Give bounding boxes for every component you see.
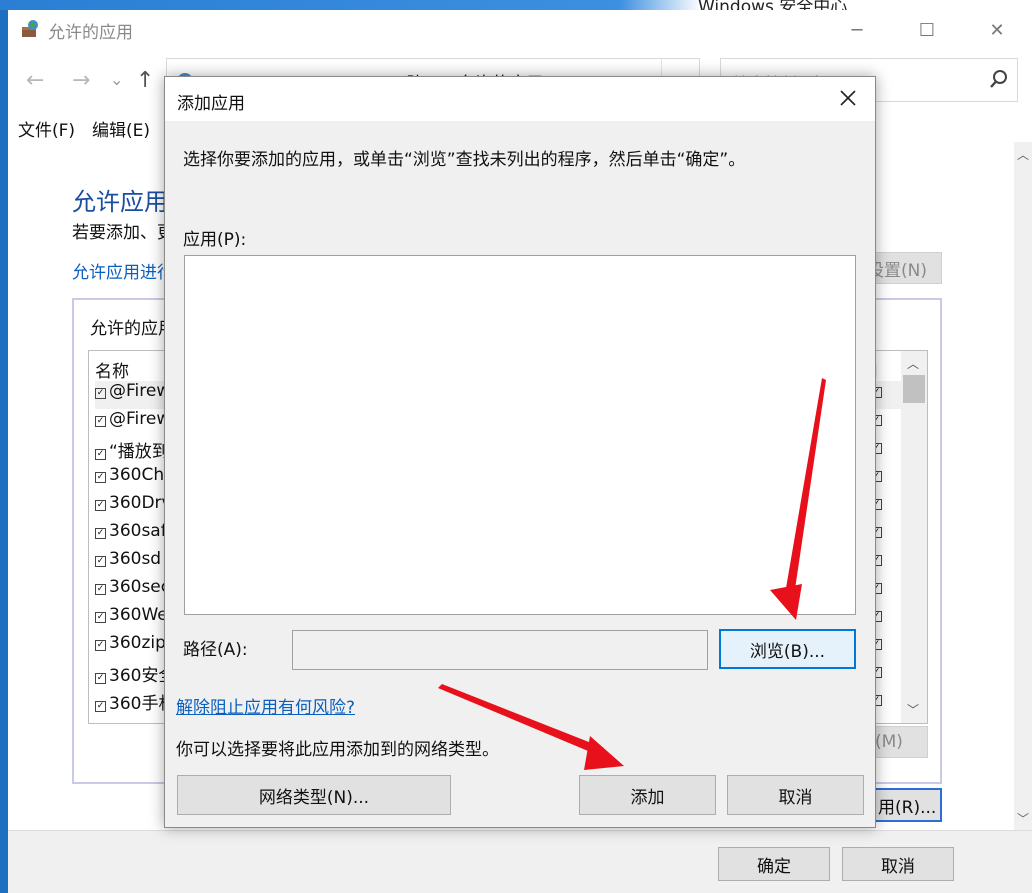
unblock-risk-link[interactable]: 解除阻止应用有何风险? [176, 693, 355, 718]
minimize-button[interactable]: ─ [834, 10, 880, 50]
browse-button[interactable]: 浏览(B)... [719, 629, 856, 669]
window-titlebar: 允许的应用 ─ ☐ ✕ [8, 10, 1032, 50]
checkbox[interactable]: ✓ [95, 449, 106, 460]
menu-edit[interactable]: 编辑(E) [92, 116, 150, 141]
allowed-apps-link[interactable]: 允许应用进行 [72, 258, 174, 283]
maximize-icon: ☐ [918, 19, 936, 41]
dialog-close-icon[interactable] [831, 81, 865, 115]
list-item-label: “播放到 [109, 442, 169, 462]
add-app-dialog: 添加应用 选择你要添加的应用，或单击“浏览”查找未列出的程序，然后单击“确定”。… [164, 76, 876, 828]
apps-label: 应用(P): [183, 230, 247, 250]
checkbox[interactable]: ✓ [95, 556, 106, 567]
page-scrollbar[interactable]: ︿ ﹀ [1014, 142, 1032, 830]
footer: 确定 取消 [8, 830, 1032, 893]
minimize-icon: ─ [851, 19, 863, 41]
up-button[interactable]: ↑ [136, 68, 154, 93]
dialog-cancel-button[interactable]: 取消 [727, 775, 864, 815]
list-item-label: 360zip [109, 633, 166, 653]
firewall-app-icon [22, 20, 38, 37]
forward-button[interactable]: → [72, 68, 90, 93]
search-icon [990, 70, 1007, 88]
dialog-titlebar: 添加应用 [165, 77, 875, 121]
group-label: 允许的应用 [90, 319, 175, 339]
network-type-button[interactable]: 网络类型(N)... [177, 775, 451, 815]
scroll-down-icon[interactable]: ﹀ [907, 701, 919, 718]
checkbox[interactable]: ✓ [95, 701, 106, 712]
menu-file[interactable]: 文件(F) [18, 116, 75, 141]
scroll-up-icon[interactable]: ︿ [907, 355, 919, 372]
checkbox[interactable]: ✓ [95, 528, 106, 539]
network-type-text: 你可以选择要将此应用添加到的网络类型。 [176, 740, 499, 760]
add-button[interactable]: 添加 [579, 775, 716, 815]
path-input[interactable] [292, 630, 708, 670]
checkbox[interactable]: ✓ [95, 584, 106, 595]
recent-locations-button[interactable]: ⌄ [110, 70, 123, 89]
checkbox[interactable]: ✓ [95, 388, 106, 399]
checkbox[interactable]: ✓ [95, 640, 106, 651]
dialog-title: 添加应用 [177, 94, 245, 114]
checkbox[interactable]: ✓ [95, 472, 106, 483]
checkbox[interactable]: ✓ [95, 673, 106, 684]
dialog-instruction: 选择你要添加的应用，或单击“浏览”查找未列出的程序，然后单击“确定”。 [183, 150, 746, 170]
checkbox[interactable]: ✓ [95, 500, 106, 511]
window-title: 允许的应用 [48, 23, 133, 43]
close-icon: ✕ [989, 19, 1005, 41]
page-title: 允许应用 [72, 188, 168, 216]
column-header-name[interactable]: 名称 [95, 357, 129, 382]
list-item-label: 360sd [109, 549, 162, 569]
list-scrollbar[interactable]: ︿ ﹀ [901, 351, 927, 723]
close-window-button[interactable]: ✕ [974, 10, 1020, 50]
maximize-button[interactable]: ☐ [904, 10, 950, 50]
back-button[interactable]: ← [26, 68, 44, 93]
checkbox[interactable]: ✓ [95, 416, 106, 427]
desktop-background [0, 0, 1032, 10]
list-item-label: 360sec [109, 577, 171, 597]
cancel-button[interactable]: 取消 [842, 847, 954, 881]
scroll-up-icon[interactable]: ︿ [1017, 146, 1029, 163]
checkbox[interactable]: ✓ [95, 612, 106, 623]
page-description: 若要添加、更 [72, 223, 174, 243]
path-label: 路径(A): [183, 640, 248, 660]
ok-button[interactable]: 确定 [718, 847, 830, 881]
list-scroll-thumb[interactable] [903, 375, 925, 403]
apps-listbox[interactable] [184, 255, 856, 615]
scroll-down-icon[interactable]: ﹀ [1017, 810, 1029, 827]
